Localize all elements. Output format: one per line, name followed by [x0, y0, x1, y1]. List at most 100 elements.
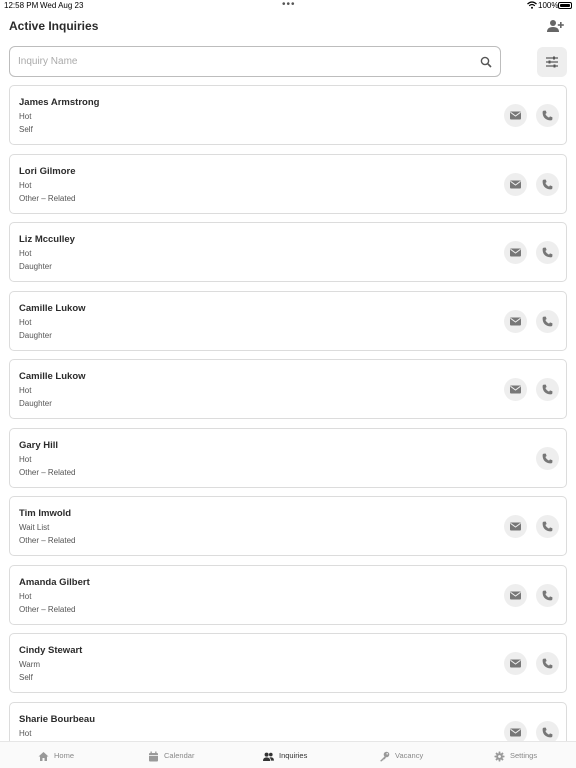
- inquiry-card[interactable]: Liz Mcculley Hot Daughter: [9, 222, 567, 282]
- call-button[interactable]: [536, 104, 559, 127]
- envelope-icon: [510, 591, 521, 599]
- inquiry-status: Hot: [19, 386, 32, 395]
- tab-label: Home: [54, 751, 75, 760]
- inquiry-name: Liz Mcculley: [19, 234, 75, 245]
- call-button[interactable]: [536, 241, 559, 264]
- battery-percent: 100%: [538, 1, 559, 10]
- inquiry-card[interactable]: Camille Lukow Hot Daughter: [9, 359, 567, 419]
- envelope-icon: [510, 317, 521, 325]
- inquiry-relation: Other – Related: [19, 467, 76, 477]
- inquiry-relation: Other – Related: [19, 604, 76, 614]
- inquiry-relation: Other – Related: [19, 193, 76, 203]
- inquiry-status: Hot: [19, 591, 32, 601]
- sliders-icon: [546, 56, 558, 68]
- phone-icon: [542, 590, 553, 600]
- tab-label: Vacancy: [395, 751, 424, 760]
- envelope-icon: [510, 728, 521, 736]
- phone-icon: [542, 247, 553, 258]
- phone-icon: [542, 110, 553, 121]
- multitask-dots-icon[interactable]: •••: [282, 0, 296, 10]
- header: Active Inquiries: [0, 16, 576, 38]
- inquiry-name: Gary Hill: [19, 439, 59, 451]
- inquiry-name: Lori Gilmore: [19, 165, 76, 177]
- inquiry-name: Tim Imwold: [19, 508, 72, 519]
- calendar-icon: [149, 751, 158, 762]
- email-button[interactable]: [504, 241, 527, 264]
- battery-icon: [558, 2, 572, 9]
- call-button[interactable]: [536, 652, 559, 675]
- add-user-icon: [547, 20, 564, 32]
- tab-label: Calendar: [164, 751, 195, 760]
- phone-icon: [542, 453, 553, 463]
- status-date: Wed Aug 23: [40, 1, 84, 10]
- call-button[interactable]: [536, 583, 559, 607]
- email-button[interactable]: [504, 652, 527, 675]
- inquiry-card[interactable]: Tim Imwold Wait List Other – Related: [9, 496, 567, 556]
- email-button[interactable]: [504, 309, 527, 333]
- inquiry-status: Wait List: [19, 523, 50, 532]
- wifi-icon: [527, 1, 537, 9]
- key-icon: [380, 751, 390, 762]
- inquiry-card[interactable]: Amanda Gilbert Hot Other – Related: [9, 564, 567, 625]
- inquiry-relation: Self: [19, 125, 33, 134]
- inquiry-status: Hot: [19, 180, 32, 190]
- inquiry-card[interactable]: Lori Gilmore Hot Other – Related: [9, 153, 567, 214]
- inquiry-status: Warm: [19, 660, 41, 669]
- inquiry-status: Hot: [19, 249, 32, 258]
- email-button[interactable]: [504, 104, 527, 127]
- envelope-icon: [510, 385, 521, 394]
- phone-icon: [542, 727, 553, 737]
- email-button[interactable]: [504, 515, 527, 538]
- inquiry-relation: Daughter: [19, 262, 52, 271]
- call-button[interactable]: [536, 309, 559, 333]
- home-icon: [38, 752, 49, 761]
- envelope-icon: [510, 248, 521, 257]
- inquiry-name: James Armstrong: [19, 97, 100, 108]
- users-icon: [263, 752, 274, 761]
- filter-button[interactable]: [537, 47, 567, 77]
- phone-icon: [542, 521, 553, 532]
- inquiry-name: Camille Lukow: [19, 302, 86, 314]
- search-row: [9, 46, 567, 77]
- envelope-icon: [510, 180, 521, 188]
- inquiry-status: Hot: [19, 317, 32, 327]
- inquiry-name: Cindy Stewart: [19, 645, 83, 656]
- phone-icon: [542, 658, 553, 669]
- status-time: 12:58 PM: [4, 1, 39, 10]
- call-button[interactable]: [536, 172, 559, 196]
- inquiry-status: Hot: [19, 454, 32, 464]
- call-button[interactable]: [536, 446, 559, 470]
- inquiry-name: Amanda Gilbert: [19, 576, 90, 588]
- gear-icon: [494, 751, 505, 762]
- page-title: Active Inquiries: [9, 19, 99, 33]
- phone-icon: [542, 179, 553, 189]
- inquiry-relation: Other – Related: [19, 536, 76, 545]
- email-button[interactable]: [504, 583, 527, 607]
- envelope-icon: [510, 111, 521, 120]
- inquiry-name: Camille Lukow: [19, 371, 86, 382]
- inquiry-card[interactable]: Gary Hill Hot Other – Related: [9, 427, 567, 488]
- inquiry-card[interactable]: Cindy Stewart Warm Self: [9, 633, 567, 693]
- phone-icon: [542, 384, 553, 395]
- call-button[interactable]: [536, 515, 559, 538]
- status-bar: 12:58 PM Wed Aug 23 ••• 100%: [0, 0, 576, 12]
- search-box: [9, 46, 501, 77]
- email-button[interactable]: [504, 378, 527, 401]
- tab-label: Settings: [510, 751, 538, 760]
- call-button[interactable]: [536, 378, 559, 401]
- inquiry-name: Sharie Bourbeau: [19, 713, 96, 725]
- inquiry-status: Hot: [19, 728, 32, 738]
- inquiry-relation: Daughter: [19, 399, 52, 408]
- inquiry-relation: Self: [19, 673, 33, 682]
- tab-bar: Home Calendar Inquiries Vacancy Settings: [0, 741, 576, 768]
- search-input[interactable]: [18, 47, 478, 76]
- inquiry-card[interactable]: James Armstrong Hot Self: [9, 85, 567, 145]
- inquiry-status: Hot: [19, 112, 32, 121]
- search-icon[interactable]: [480, 56, 492, 68]
- envelope-icon: [510, 522, 521, 531]
- add-inquiry-button[interactable]: [546, 18, 564, 34]
- phone-icon: [542, 316, 553, 326]
- email-button[interactable]: [504, 172, 527, 196]
- inquiry-card[interactable]: Camille Lukow Hot Daughter: [9, 290, 567, 351]
- tab-label: Inquiries: [279, 751, 308, 760]
